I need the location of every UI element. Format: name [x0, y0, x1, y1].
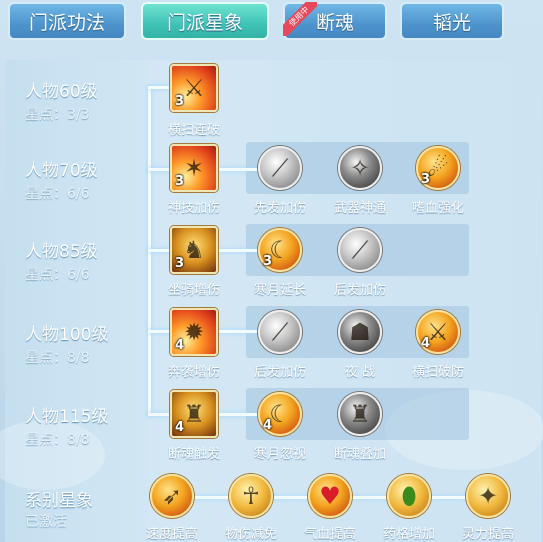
star-count: 4 [421, 336, 431, 351]
branch-line [148, 168, 170, 171]
star-count: 3 [263, 254, 273, 269]
row-stars: 星点：6/6 [25, 186, 90, 202]
skill-name: 寒月延长 [253, 283, 306, 298]
skill-name: 先发加伤 [253, 201, 306, 216]
speed-icon[interactable]: ➶ [150, 474, 194, 518]
star-count: 3 [175, 94, 185, 109]
connector-line [218, 330, 262, 333]
soul-break-icon[interactable]: ♜ 4 [170, 390, 218, 438]
mount-beast-icon[interactable]: ♞ 3 [170, 226, 218, 274]
skill-name: 嗜血强化 [411, 201, 464, 216]
row-level-label: 人物70级 [25, 161, 98, 181]
cold-moon-icon[interactable]: ☾ 4 [258, 392, 302, 436]
row-level-label: 人物60级 [25, 82, 98, 102]
charge-flame-icon[interactable]: ✹ 4 [170, 308, 218, 356]
star-count: 4 [175, 420, 185, 435]
night-battle-icon[interactable]: ☗ [338, 310, 382, 354]
row-level-label: 人物100级 [25, 325, 109, 345]
skill-name: 断魂叠加 [333, 447, 386, 462]
tab-label: 韬光 [432, 11, 471, 34]
branch-line [148, 249, 170, 252]
skill-name: 坐骑增伤 [167, 283, 220, 298]
skill-name: 夜 战 [344, 365, 376, 380]
skill-name: 寒月忽视 [253, 447, 306, 462]
tab-label: 门派星象 [166, 11, 243, 34]
row-stars: 星点：6/6 [25, 267, 90, 283]
tab-bar: 门派功法 门派星象 使用中 断魂 韬光 [0, 0, 543, 48]
blade-silver-icon[interactable]: ⟋ [338, 228, 382, 272]
row-stars: 星点：3/3 [25, 107, 90, 123]
skill-name: 横扫连破 [167, 123, 220, 138]
star-count: 4 [175, 338, 185, 353]
sweep-break-icon[interactable]: ⚔ 4 [416, 310, 460, 354]
skill-name: 物伤减免 [224, 527, 277, 542]
spirit-icon[interactable]: ✦ [466, 474, 510, 518]
branch-line [148, 413, 170, 416]
cold-moon-icon[interactable]: ☾ 3 [258, 228, 302, 272]
ribbon-label: 使用中 [283, 2, 317, 36]
branch-line [148, 86, 170, 89]
row-level-label: 人物115级 [25, 407, 109, 427]
in-use-ribbon: 使用中 [283, 2, 317, 36]
tab-sect-skills[interactable]: 门派功法 [8, 2, 126, 40]
blade-silver-icon[interactable]: ⟋ [258, 310, 302, 354]
tab-label: 断魂 [315, 11, 354, 34]
soul-stack-icon[interactable]: ♜ [338, 392, 382, 436]
tab-label: 门派功法 [28, 11, 105, 34]
star-count: 3 [175, 174, 185, 189]
series-status: 已激活 [25, 514, 67, 530]
skill-name: 武器神通 [333, 201, 386, 216]
skill-name: 后发加伤 [253, 365, 306, 380]
skill-name: 横扫破防 [411, 365, 464, 380]
skill-name: 神技加伤 [167, 201, 220, 216]
series-title: 系别星象 [25, 491, 93, 511]
row-stars: 星点：8/8 [25, 350, 90, 366]
skill-name: 断魂触发 [167, 447, 220, 462]
blade-silver-icon[interactable]: ⟋ [258, 146, 302, 190]
star-count: 4 [263, 418, 273, 433]
tab-taoguang[interactable]: 韬光 [400, 2, 504, 40]
heart-icon[interactable]: ♥ [308, 474, 352, 518]
sweep-strike-icon[interactable]: ⚔ 3 [170, 64, 218, 112]
medicine-icon[interactable]: ⬮ [387, 474, 431, 518]
skill-name: 药格增加 [382, 527, 435, 542]
connector-line [218, 168, 262, 171]
star-count: 3 [421, 172, 431, 187]
bloodthirst-icon[interactable]: ☄ 3 [416, 146, 460, 190]
physical-guard-icon[interactable]: ☥ [229, 474, 273, 518]
tab-duanhun[interactable]: 使用中 断魂 [283, 2, 387, 40]
skill-name: 奔袭增伤 [167, 365, 220, 380]
row-stars: 星点：8/8 [25, 432, 90, 448]
row-level-label: 人物85级 [25, 242, 98, 262]
branch-line [148, 330, 170, 333]
connector-line [218, 249, 262, 252]
connector-line [218, 413, 262, 416]
skill-name: 后发加伤 [333, 283, 386, 298]
star-count: 3 [175, 256, 185, 271]
tab-sect-stars[interactable]: 门派星象 [141, 2, 269, 40]
skill-name: 速度提高 [145, 527, 198, 542]
divine-skill-icon[interactable]: ✶ 3 [170, 144, 218, 192]
skill-name: 气血提高 [303, 527, 356, 542]
star-panel [0, 60, 543, 542]
weapon-mastery-icon[interactable]: ✧ [338, 146, 382, 190]
skill-name: 灵力提高 [461, 527, 514, 542]
